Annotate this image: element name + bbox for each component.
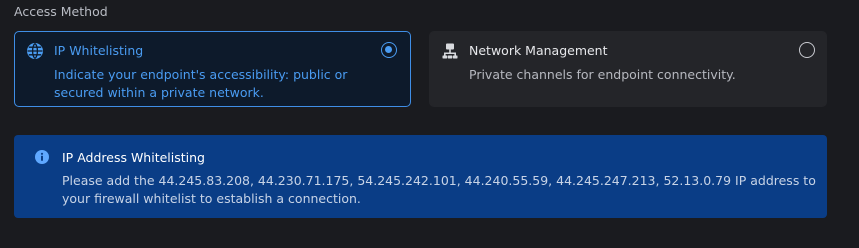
access-method-panel: Access Method IP Whitelisting Indicate y…	[0, 0, 859, 248]
globe-icon	[27, 43, 43, 59]
option-network-management[interactable]: Network Management Private channels for …	[429, 31, 827, 107]
radio-selected[interactable]	[381, 42, 397, 58]
info-icon	[35, 150, 49, 164]
section-label: Access Method	[14, 4, 108, 19]
option-title: IP Whitelisting	[54, 43, 144, 58]
option-ip-whitelisting[interactable]: IP Whitelisting Indicate your endpoint's…	[14, 31, 411, 107]
radio-unselected[interactable]	[799, 42, 815, 58]
info-title: IP Address Whitelisting	[62, 150, 205, 165]
option-title: Network Management	[469, 43, 608, 58]
info-callout: IP Address Whitelisting Please add the 4…	[14, 135, 827, 218]
network-icon	[442, 43, 458, 59]
option-description: Private channels for endpoint connectivi…	[469, 67, 736, 82]
info-text: Please add the 44.245.83.208, 44.230.71.…	[62, 173, 816, 206]
option-description: Indicate your endpoint's accessibility: …	[54, 67, 348, 100]
